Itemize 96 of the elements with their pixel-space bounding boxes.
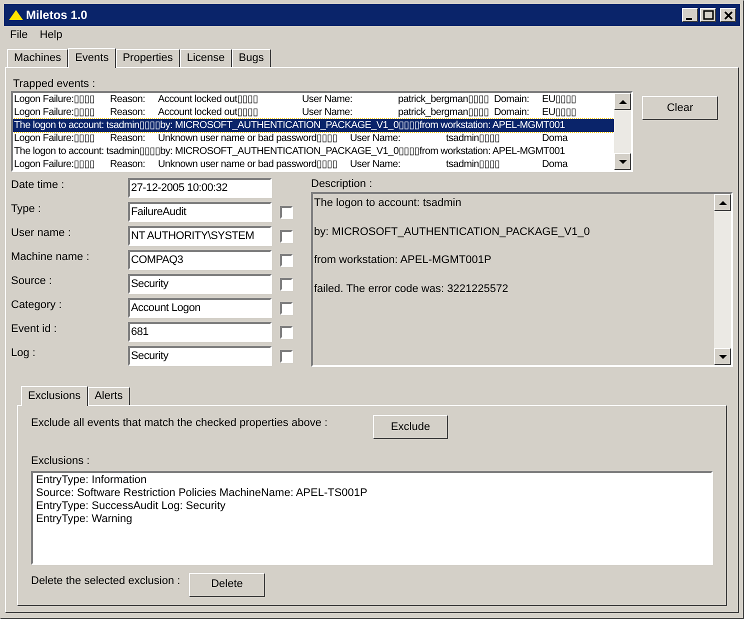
event-text: Domain:: [494, 94, 530, 105]
delete-button[interactable]: Delete: [189, 572, 265, 596]
event-text: tsadmin▯▯▯▯: [446, 159, 500, 170]
event-list[interactable]: [11, 91, 633, 172]
event-text: Reason:: [110, 94, 146, 105]
tab[interactable]: Properties: [116, 49, 180, 67]
field-input[interactable]: 27-12-2005 10:00:32: [128, 178, 272, 198]
exclude-instruction: Exclude all events that match the checked properties above :: [31, 416, 329, 431]
checkbox[interactable]: [280, 350, 293, 362]
menu-item[interactable]: Help: [40, 27, 62, 44]
event-text: User Name:: [350, 133, 400, 144]
window-title: Miletos 1.0: [26, 7, 88, 24]
scroll-up-icon[interactable]: [714, 194, 731, 211]
checkbox[interactable]: [280, 278, 293, 290]
event-text: Logon Failure:▯▯▯▯: [14, 159, 95, 170]
scroll-down-icon[interactable]: [614, 153, 631, 170]
event-text: patrick_bergman▯▯▯▯: [398, 94, 489, 105]
event-text: Domain:: [494, 107, 530, 118]
event-text: patrick_bergman▯▯▯▯: [398, 107, 489, 118]
scrollbar[interactable]: [714, 194, 731, 365]
exclusion-item[interactable]: EntryType: Warning: [36, 512, 711, 526]
description-label: Description :: [311, 177, 374, 192]
event-row[interactable]: The logon to account: tsadmin▯▯▯▯by: MICROSOFT_AUTHENTICATION_PACKAGE_V1_0▯▯▯▯from workstation: APEL-MGMT001: [13, 145, 614, 158]
triangle-logo-icon: [8, 9, 24, 21]
field-input[interactable]: NT AUTHORITY\SYSTEM: [128, 226, 272, 246]
event-text: EU▯▯▯▯: [542, 94, 576, 105]
exclusion-item[interactable]: EntryType: SuccessAudit Log: Security: [36, 500, 711, 512]
event-text: User Name:: [302, 94, 352, 105]
scroll-up-icon[interactable]: [614, 93, 631, 110]
close-icon[interactable]: [720, 8, 736, 22]
delete-instruction: Delete the selected exclusion :: [31, 574, 182, 590]
field-label: Type :: [11, 202, 42, 217]
event-text: User Name:: [302, 107, 352, 118]
event-text: Doma: [542, 133, 568, 144]
field-label: Event id :: [11, 322, 58, 337]
checkbox[interactable]: [280, 302, 293, 314]
description-text: from workstation: APEL-MGMT001P: [314, 253, 492, 268]
description-box[interactable]: The logon to account: tsadmin by: MICROSOFT_AUTHENTICATION_PACKAGE_V1_0 from workstation: APEL-MGMT001P failed. The error code was: 3221225572: [311, 192, 733, 367]
event-text: Unknown user name or bad password▯▯▯▯: [158, 133, 338, 144]
trapped-events-label: Trapped events :: [13, 77, 96, 91]
exclusions-label: Exclusions :: [31, 454, 91, 469]
field-label: Category :: [11, 298, 63, 313]
scroll-down-icon[interactable]: [714, 348, 731, 365]
field-label: Date time :: [11, 178, 66, 193]
event-text: EU▯▯▯▯: [542, 107, 576, 118]
event-text: User Name:: [350, 159, 400, 170]
menu-item[interactable]: File: [10, 27, 28, 44]
minimize-icon[interactable]: [682, 8, 698, 22]
event-text: Account locked out▯▯▯▯: [158, 107, 258, 118]
scrollbar[interactable]: [614, 93, 631, 170]
field-input[interactable]: Account Logon: [128, 298, 272, 318]
field-input[interactable]: Security: [128, 346, 272, 366]
field-label: Machine name :: [11, 250, 90, 265]
field-label: User name :: [11, 226, 72, 241]
tab[interactable]: License: [180, 49, 232, 67]
field-input[interactable]: FailureAudit: [128, 202, 272, 222]
event-text: Doma: [542, 159, 568, 170]
event-text: Reason:: [110, 107, 146, 118]
event-text: Logon Failure:▯▯▯▯: [14, 94, 95, 105]
tab[interactable]: Machines: [7, 49, 68, 67]
field-label: Source :: [11, 274, 53, 289]
event-row[interactable]: The logon to account: tsadmin▯▯▯▯by: MICROSOFT_AUTHENTICATION_PACKAGE_V1_0▯▯▯▯from workstation: APEL-MGMT001: [13, 119, 614, 132]
tab[interactable]: Bugs: [232, 49, 271, 67]
exclusion-item[interactable]: Source: Software Restriction Policies MachineName: APEL-TS001P: [36, 486, 711, 500]
checkbox[interactable]: [280, 254, 293, 266]
field-input[interactable]: Security: [128, 274, 272, 294]
event-row[interactable]: Logon Failure:▯▯▯▯ Reason: Account locked out▯▯▯▯ User Name: patrick_bergman▯▯▯▯ Domain: EU▯▯▯▯: [13, 93, 614, 106]
exclusions-list[interactable]: EntryType: Information Source: Software Restriction Policies MachineName: APEL-TS001P EntryType: SuccessAudit Log: Security EntryType: Warning: [31, 470, 713, 564]
event-row[interactable]: Logon Failure:▯▯▯▯ Reason: Account locked out▯▯▯▯ User Name: patrick_bergman▯▯▯▯ Domain: EU▯▯▯▯: [13, 106, 614, 119]
event-row[interactable]: Logon Failure:▯▯▯▯ Reason: Unknown user name or bad password▯▯▯▯ User Name: tsadmin▯▯▯▯ Doma: [13, 132, 614, 145]
exclude-button[interactable]: Exclude: [373, 415, 448, 439]
field-label: Log :: [11, 346, 36, 361]
description-text: The logon to account: tsadmin: [314, 196, 462, 211]
event-text: Account locked out▯▯▯▯: [158, 94, 258, 105]
description-text: failed. The error code was: 3221225572: [314, 282, 510, 296]
event-text: Unknown user name or bad password▯▯▯▯: [158, 159, 338, 170]
tab[interactable]: Events: [68, 48, 116, 68]
event-row[interactable]: Logon Failure:▯▯▯▯ Reason: Unknown user name or bad password▯▯▯▯ User Name: tsadmin▯▯▯▯ Doma: [13, 158, 614, 170]
maximize-icon[interactable]: [700, 8, 716, 22]
event-text: Logon Failure:▯▯▯▯: [14, 133, 95, 144]
description-text: by: MICROSOFT_AUTHENTICATION_PACKAGE_V1_0: [314, 224, 591, 240]
event-text: tsadmin▯▯▯▯: [446, 133, 500, 144]
field-input[interactable]: COMPAQ3: [128, 250, 272, 270]
event-text: Reason:: [110, 159, 146, 170]
checkbox[interactable]: [280, 206, 293, 218]
event-text: The logon to account: tsadmin▯▯▯▯by: MICROSOFT_AUTHENTICATION_PACKAGE_V1_0▯▯▯▯from workstation: APEL-MGMT001: [14, 146, 565, 157]
event-text: Reason:: [110, 133, 146, 144]
exclusion-item[interactable]: EntryType: Information: [36, 474, 711, 486]
event-text: Logon Failure:▯▯▯▯: [14, 107, 95, 118]
checkbox[interactable]: [280, 326, 293, 338]
checkbox[interactable]: [280, 230, 293, 242]
tab[interactable]: Alerts: [88, 387, 130, 405]
event-text: The logon to account: tsadmin▯▯▯▯by: MICROSOFT_AUTHENTICATION_PACKAGE_V1_0▯▯▯▯from workstation: APEL-MGMT001: [14, 120, 565, 131]
clear-button[interactable]: Clear: [642, 96, 718, 120]
field-input[interactable]: 681: [128, 322, 272, 342]
tab[interactable]: Exclusions: [21, 386, 88, 406]
